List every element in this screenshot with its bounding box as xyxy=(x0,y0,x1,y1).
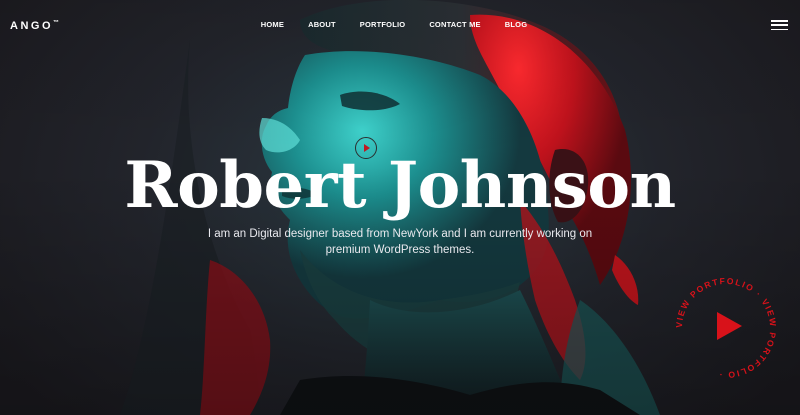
view-portfolio-badge[interactable]: VIEW PORTFOLIO · VIEW PORTFOLIO · xyxy=(666,268,786,388)
nav-blog-link[interactable]: BLOG xyxy=(505,20,527,29)
nav-about-link[interactable]: ABOUT xyxy=(308,20,336,29)
hamburger-icon[interactable] xyxy=(771,20,788,30)
nav-contact-link[interactable]: CONTACT ME xyxy=(429,20,480,29)
nav-home-link[interactable]: HOME xyxy=(261,20,284,29)
play-triangle-icon xyxy=(717,312,742,340)
nav-portfolio-link[interactable]: PORTFOLIO xyxy=(360,20,406,29)
hamburger-line xyxy=(771,24,788,26)
hamburger-line xyxy=(771,20,788,22)
hero-title: Robert Johnson xyxy=(124,148,676,223)
main-nav: HOME ABOUT PORTFOLIO CONTACT ME BLOG xyxy=(0,20,800,29)
hamburger-line xyxy=(771,28,788,30)
hero-subtitle: I am an Digital designer based from NewY… xyxy=(207,228,593,256)
